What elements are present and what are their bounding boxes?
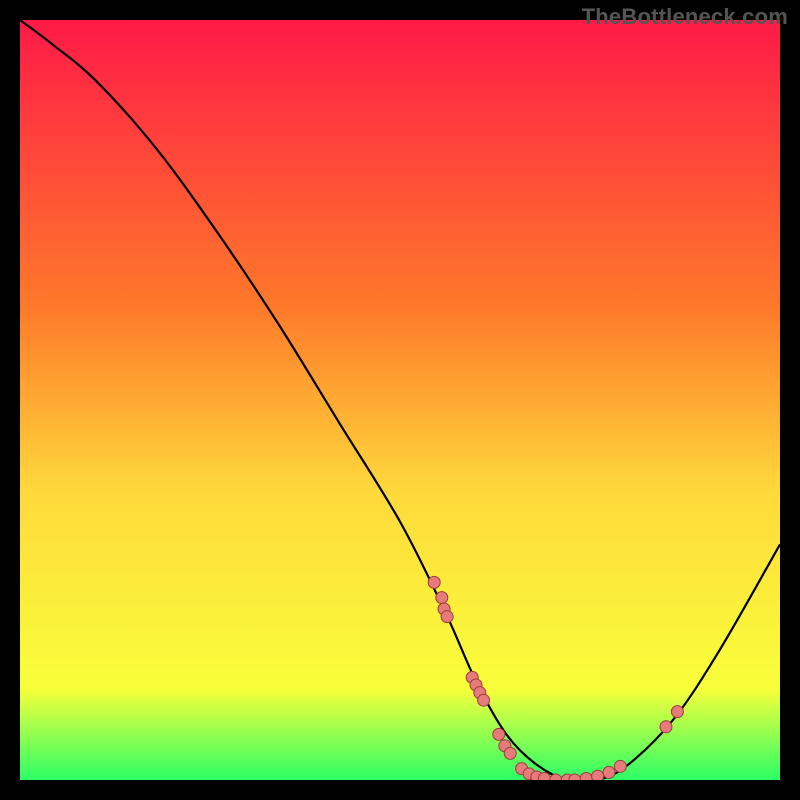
data-dot: [660, 721, 672, 733]
plot-area: [20, 20, 780, 780]
watermark-text: TheBottleneck.com: [582, 4, 788, 30]
data-dot: [603, 766, 615, 778]
chart-frame: TheBottleneck.com: [0, 0, 800, 800]
data-dot: [538, 772, 550, 780]
data-dot: [493, 728, 505, 740]
data-dot: [428, 576, 440, 588]
data-dot: [436, 592, 448, 604]
data-dot: [592, 770, 604, 780]
gradient-background: [20, 20, 780, 780]
data-dot: [504, 747, 516, 759]
data-dot: [671, 706, 683, 718]
data-dot: [478, 694, 490, 706]
data-dot: [580, 772, 592, 780]
data-dot: [441, 611, 453, 623]
chart-svg: [20, 20, 780, 780]
data-dot: [614, 760, 626, 772]
